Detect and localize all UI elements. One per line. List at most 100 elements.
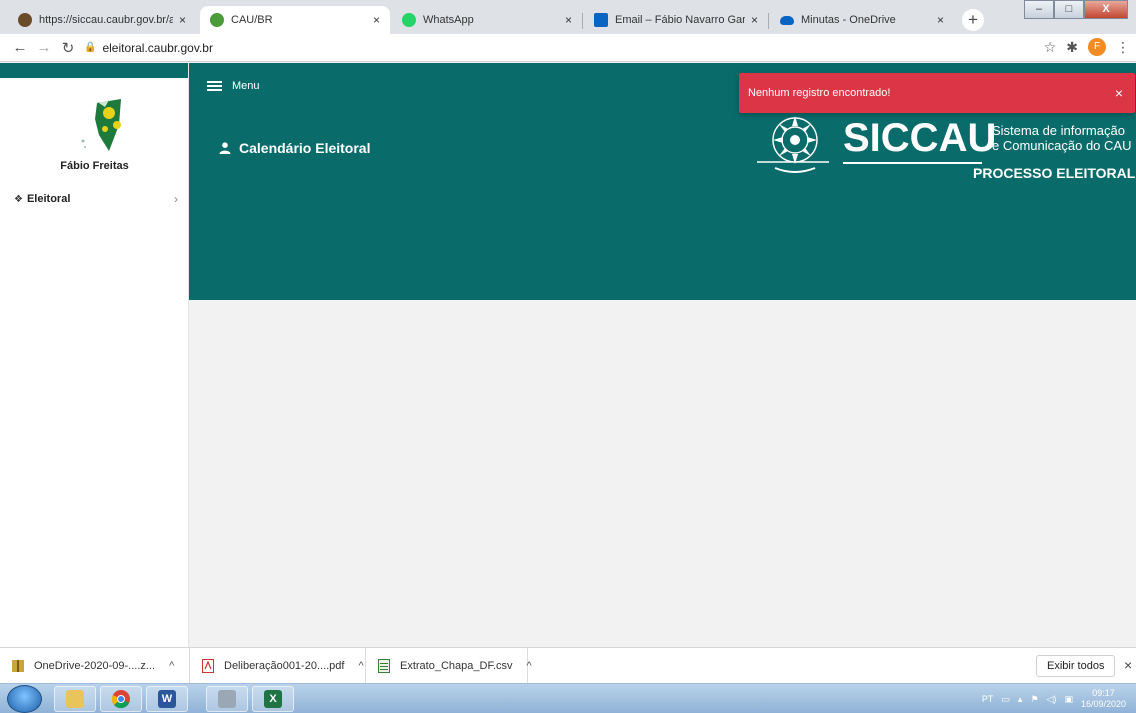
user-icon xyxy=(219,142,231,154)
tab-separator xyxy=(582,13,583,29)
outlook-icon xyxy=(594,13,608,27)
close-tab-icon[interactable]: × xyxy=(179,13,186,27)
calculator-icon xyxy=(218,690,236,708)
download-item[interactable]: OneDrive-2020-09-....z... ^ xyxy=(0,648,190,684)
siccau-logo: SICCAU Sistema de informação e Comunicaç… xyxy=(755,112,1135,187)
tab-whatsapp[interactable]: WhatsApp × xyxy=(392,6,582,34)
network-icon[interactable]: ▣ xyxy=(1064,694,1073,705)
reload-icon[interactable]: ↻ xyxy=(56,39,80,57)
close-download-bar-icon[interactable]: × xyxy=(1124,657,1132,673)
clock-time: 09:17 xyxy=(1092,688,1115,698)
download-item[interactable]: Extrato_Chapa_DF.csv ^ xyxy=(366,648,532,684)
download-bar: OneDrive-2020-09-....z... ^ Deliberação0… xyxy=(0,647,1136,684)
tab-title: CAU/BR xyxy=(231,14,273,26)
keyboard-icon[interactable]: ▭ xyxy=(1001,694,1010,705)
close-tab-icon[interactable]: × xyxy=(751,13,758,27)
brand-underline xyxy=(843,162,982,164)
lock-icon: 🔒 xyxy=(84,42,97,53)
chevron-up-icon[interactable]: ^ xyxy=(527,660,532,672)
user-name: Fábio Freitas xyxy=(60,160,129,172)
profile-avatar[interactable]: F xyxy=(1088,38,1106,56)
chevron-up-icon[interactable]: ^ xyxy=(169,660,174,672)
clock[interactable]: 09:17 16/09/2020 xyxy=(1081,688,1126,710)
tab-title: https://siccau.caubr.gov.br/app/ xyxy=(39,14,173,26)
browser-menu-icon[interactable]: ⋮ xyxy=(1116,39,1130,56)
onedrive-icon xyxy=(780,15,794,25)
volume-icon[interactable]: ◁) xyxy=(1047,694,1057,705)
sidebar-item-label: Eleitoral xyxy=(26,193,71,205)
sidebar-top-strip xyxy=(0,63,188,78)
tab-title: WhatsApp xyxy=(423,14,474,26)
close-tab-icon[interactable]: × xyxy=(937,13,944,27)
system-tray: PT ▭ ▴ ⚑ ◁) ▣ 09:17 16/09/2020 xyxy=(982,684,1126,713)
chrome-icon xyxy=(111,690,130,709)
address-bar[interactable]: 🔒 eleitoral.caubr.gov.br xyxy=(84,41,213,55)
brazil-seal-icon xyxy=(757,116,829,173)
window-controls: – □ X xyxy=(1024,0,1128,19)
start-button[interactable] xyxy=(7,685,42,713)
page-title-text: Calendário Eleitoral xyxy=(239,140,371,156)
brand-tagline-line1: Sistema de informação xyxy=(992,123,1125,138)
tab-title: Minutas - OneDrive xyxy=(801,14,896,26)
tab-onedrive[interactable]: Minutas - OneDrive × xyxy=(770,6,954,34)
taskbar-word[interactable]: W xyxy=(146,686,188,712)
error-toast: Nenhum registro encontrado! × xyxy=(739,73,1135,113)
sidebar-item-eleitoral[interactable]: ❖ Eleitoral › xyxy=(14,192,178,206)
brand-tagline-line2: e Comunicação do CAU xyxy=(992,138,1132,153)
menu-label: Menu xyxy=(232,80,260,92)
windows-taskbar: W X PT ▭ ▴ ⚑ ◁) ▣ 09:17 16/09/2020 xyxy=(0,683,1136,713)
window-close-button[interactable]: X xyxy=(1084,0,1128,19)
tab-email[interactable]: Email – Fábio Navarro Garcia de × xyxy=(584,6,768,34)
download-filename: Extrato_Chapa_DF.csv xyxy=(400,660,513,672)
clock-date: 16/09/2020 xyxy=(1080,699,1126,709)
tab-title: Email – Fábio Navarro Garcia de xyxy=(615,14,745,26)
taskbar-chrome[interactable] xyxy=(100,686,142,712)
hamburger-icon xyxy=(207,79,222,93)
maximize-button[interactable]: □ xyxy=(1054,0,1084,19)
language-indicator[interactable]: PT xyxy=(982,694,994,704)
chevron-up-icon[interactable]: ^ xyxy=(358,660,363,672)
home-icon: ❖ xyxy=(14,193,23,205)
taskbar-excel[interactable]: X xyxy=(252,686,294,712)
sidebar: Fábio Freitas ❖ Eleitoral › xyxy=(0,63,189,647)
folder-icon xyxy=(66,690,84,708)
csv-icon xyxy=(378,659,390,673)
new-tab-button[interactable]: + xyxy=(962,9,984,31)
siccau-brand: SICCAU xyxy=(843,116,997,160)
close-tab-icon[interactable]: × xyxy=(565,13,572,27)
pdf-icon xyxy=(202,659,214,673)
taskbar-calculator[interactable] xyxy=(206,686,248,712)
download-filename: OneDrive-2020-09-....z... xyxy=(34,660,156,672)
toast-close-icon[interactable]: × xyxy=(1115,85,1123,101)
minimize-button[interactable]: – xyxy=(1024,0,1054,19)
download-filename: Deliberação001-20....pdf xyxy=(224,660,345,672)
cau-icon xyxy=(210,13,224,27)
close-tab-icon[interactable]: × xyxy=(373,13,380,27)
tab-siccau-app[interactable]: https://siccau.caubr.gov.br/app/ × xyxy=(8,6,196,34)
forward-arrow-icon[interactable]: → xyxy=(32,39,56,56)
flag-icon[interactable]: ⚑ xyxy=(1030,694,1038,705)
tab-separator xyxy=(768,13,769,29)
show-all-downloads-button[interactable]: Exibir todos xyxy=(1036,655,1116,677)
browser-tab-strip: https://siccau.caubr.gov.br/app/ × CAU/B… xyxy=(0,0,1136,34)
browser-toolbar: ← → ↻ 🔒 eleitoral.caubr.gov.br ☆ ✱ F ⋮ xyxy=(0,34,1136,62)
extensions-puzzle-icon[interactable]: ✱ xyxy=(1066,39,1078,56)
menu-toggle-button[interactable]: Menu xyxy=(207,79,260,93)
globe-icon xyxy=(18,13,32,27)
zip-icon xyxy=(12,660,24,672)
tab-cau-br[interactable]: CAU/BR × xyxy=(200,6,390,34)
tray-expand-icon[interactable]: ▴ xyxy=(1018,694,1023,705)
whatsapp-icon xyxy=(402,13,416,27)
page-content: Fábio Freitas ❖ Eleitoral › Menu Calendá… xyxy=(0,63,1136,647)
chevron-right-icon: › xyxy=(174,192,178,206)
bookmark-star-icon[interactable]: ☆ xyxy=(1044,39,1057,56)
download-item[interactable]: Deliberação001-20....pdf ^ xyxy=(190,648,366,684)
word-icon: W xyxy=(158,690,176,708)
address-bar-url: eleitoral.caubr.gov.br xyxy=(102,40,213,55)
brand-subtitle: PROCESSO ELEITORAL xyxy=(973,165,1136,181)
excel-icon: X xyxy=(264,690,282,708)
back-arrow-icon[interactable]: ← xyxy=(8,39,32,56)
toast-message: Nenhum registro encontrado! xyxy=(748,87,891,99)
page-title: Calendário Eleitoral xyxy=(219,140,370,156)
taskbar-explorer[interactable] xyxy=(54,686,96,712)
